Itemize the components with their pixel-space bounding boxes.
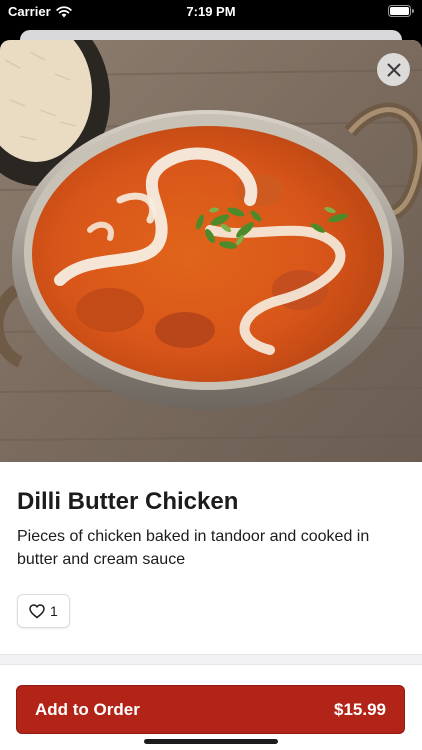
item-description: Pieces of chicken baked in tandoor and c… [17,528,370,568]
add-to-order-button[interactable]: Add to Order $15.99 [16,685,405,734]
add-to-order-label: Add to Order [35,699,140,719]
like-button[interactable]: 1 [17,594,70,628]
bottom-action-bar: Add to Order $15.99 [0,664,422,750]
status-time: 7:19 PM [186,4,236,19]
heart-outline-icon [29,603,45,618]
close-button[interactable] [377,53,410,86]
menu-item-screen: Carrier 7:19 PM Dilli Butter Chicken Pie… [0,0,422,750]
home-indicator [144,739,278,744]
status-bar: Carrier 7:19 PM [0,0,422,22]
item-photo [0,40,422,462]
like-count: 1 [50,603,58,619]
item-title: Dilli Butter Chicken [17,488,239,515]
order-price: $15.99 [334,699,386,719]
battery-icon [388,5,414,20]
close-icon [387,63,400,76]
item-detail-sheet: Dilli Butter Chicken Pieces of chicken b… [0,40,422,750]
